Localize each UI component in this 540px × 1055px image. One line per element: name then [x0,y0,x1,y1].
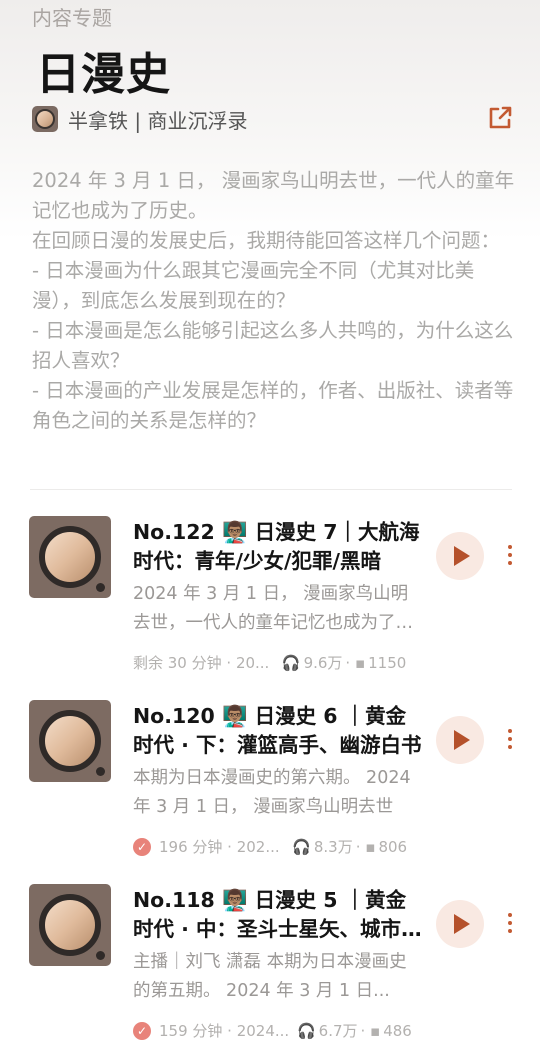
more-options-icon[interactable] [500,542,520,572]
played-check-icon: ✓ [133,837,151,856]
episode-title: No.118 👨🏽‍🏫 日漫史 5 ｜黄金时代 · 中：圣斗士星矢、城市猎人 [133,888,422,941]
more-options-icon[interactable] [500,726,520,756]
description-line: 在回顾日漫的发展史后，我期待能回答这样几个问题： [32,229,501,252]
episode-meta: ✓ 159 分钟 · 2024... 🎧 6.7万 · ▪ 486 [133,1020,433,1041]
episode-status: 196 分钟 [159,838,223,856]
description-line: 2024 年 3 月 1 日， 漫画家鸟山明去世，一代人的童年记忆也成为了历史。 [32,169,515,222]
headphones-icon: 🎧 [272,653,301,672]
topic-description: 2024 年 3 月 1 日， 漫画家鸟山明去世，一代人的童年记忆也成为了历史。… [32,166,516,436]
play-icon [454,730,470,750]
episode-comments: 806 [378,837,408,856]
episode-description: 本期为日本漫画史的第六期。 2024 年 3 月 1 日， 漫画家鸟山明去世 [133,768,411,817]
episode-item[interactable]: No.118 👨🏽‍🏫 日漫史 5 ｜黄金时代 · 中：圣斗士星矢、城市猎人 主… [0,884,540,1054]
played-check-icon: ✓ [133,1021,151,1040]
description-line: - 日本漫画为什么跟其它漫画完全不同（尤其对比美漫），到底怎么发展到现在的？ [32,259,475,312]
episode-plays: 6.7万 [318,1022,358,1040]
episode-comments: 1150 [368,653,407,672]
headphones-icon: 🎧 [282,837,311,856]
episode-description: 2024 年 3 月 1 日， 漫画家鸟山明去世，一代人的童年记忆也成为了历史。 [133,584,413,633]
section-label: 内容专题 [32,6,112,30]
play-button[interactable] [436,900,484,948]
page-title: 日漫史 [36,49,171,100]
play-icon [454,914,470,934]
share-icon[interactable] [486,104,514,132]
more-options-icon[interactable] [500,910,520,940]
play-icon [454,546,470,566]
episode-date: 20... [235,653,270,672]
episode-meta: ✓ 196 分钟 · 202... 🎧 8.3万 · ▪ 806 [133,836,433,857]
play-button[interactable] [436,532,484,580]
episode-status: 剩余 30 分钟 [133,654,222,672]
author-name: 半拿铁 | 商业沉浮录 [68,108,248,133]
headphones-icon: 🎧 [292,1021,316,1040]
author-row[interactable]: 半拿铁 | 商业沉浮录 [32,104,247,134]
episode-comments: 486 [383,1021,412,1040]
description-line: - 日本漫画是怎么能够引起这么多人共鸣的，为什么这么招人喜欢？ [32,319,514,372]
episode-status: 159 分钟 [159,1022,223,1040]
episode-plays: 9.6万 [303,654,343,672]
episode-cover [29,516,111,598]
episode-item[interactable]: No.122 👨🏽‍🏫 日漫史 7｜大航海时代：青年/少女/犯罪/黑暗 2024… [0,516,540,686]
play-button[interactable] [436,716,484,764]
episode-cover [29,700,111,782]
episode-title: No.120 👨🏽‍🏫 日漫史 6 ｜黄金时代 · 下：灌篮高手、幽游白书 [133,704,422,757]
episode-plays: 8.3万 [313,838,353,856]
comment-icon: · ▪ [345,653,366,672]
episode-description: 主播｜刘飞 潇磊 本期为日本漫画史的第五期。 2024 年 3 月 1 日... [133,952,407,1001]
comment-icon: · ▪ [355,837,376,856]
episode-item[interactable]: No.120 👨🏽‍🏫 日漫史 6 ｜黄金时代 · 下：灌篮高手、幽游白书 本期… [0,700,540,870]
episode-cover [29,884,111,966]
episode-meta: 剩余 30 分钟 · 20... 🎧 9.6万 · ▪ 1150 [133,653,407,673]
comment-icon: · ▪ [360,1021,381,1040]
divider [30,489,512,490]
podcast-avatar [32,106,58,132]
episode-title: No.122 👨🏽‍🏫 日漫史 7｜大航海时代：青年/少女/犯罪/黑暗 [133,520,420,573]
description-line: - 日本漫画的产业发展是怎样的，作者、出版社、读者等角色之间的关系是怎样的？ [32,379,514,432]
episode-date: 2024... [236,1021,290,1040]
episode-date: 202... [236,837,280,856]
